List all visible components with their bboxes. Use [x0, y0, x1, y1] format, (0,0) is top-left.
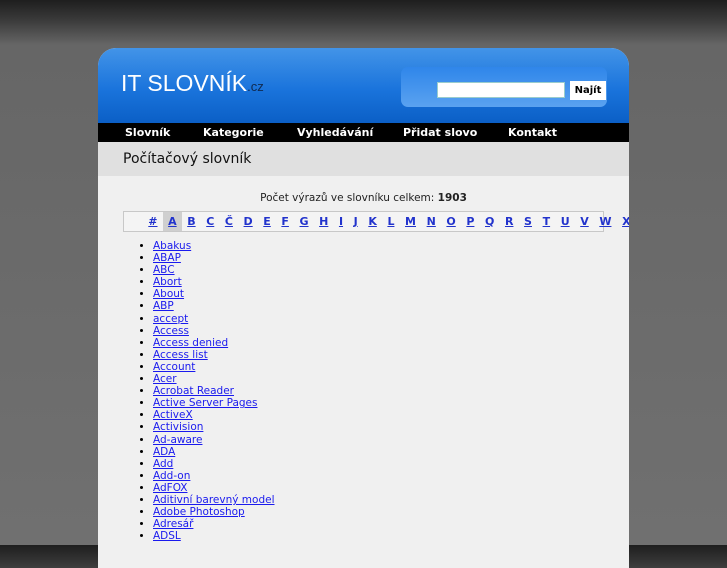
term-link[interactable]: Account: [153, 361, 195, 373]
list-item: ADA: [153, 446, 629, 458]
letter-link[interactable]: E: [258, 212, 276, 231]
term-link[interactable]: Access denied: [153, 337, 228, 349]
letter-link[interactable]: J: [348, 212, 363, 231]
nav-slovnik[interactable]: Slovník: [125, 126, 170, 139]
letter-link[interactable]: O: [441, 212, 461, 231]
letter-link[interactable]: H: [314, 212, 334, 231]
term-link[interactable]: Add-on: [153, 470, 190, 482]
term-link[interactable]: Access list: [153, 349, 208, 361]
list-item: Acrobat Reader: [153, 385, 629, 397]
term-link[interactable]: AdFOX: [153, 482, 188, 494]
letter-link[interactable]: A: [162, 212, 182, 231]
search-panel: Najít: [401, 67, 607, 107]
term-link[interactable]: Acrobat Reader: [153, 385, 234, 397]
list-item: accept: [153, 313, 629, 325]
logo-text: IT SLOVNÍK: [121, 70, 248, 96]
logo-suffix: .cz: [247, 79, 264, 94]
letter-link[interactable]: G: [294, 212, 314, 231]
list-item: Abakus: [153, 240, 629, 252]
letter-link[interactable]: W: [594, 212, 617, 231]
letter-link[interactable]: T: [537, 212, 555, 231]
term-link[interactable]: Aditivní barevný model: [153, 494, 275, 506]
list-item: Access list: [153, 349, 629, 361]
logo[interactable]: IT SLOVNÍK.cz: [121, 70, 264, 97]
term-link[interactable]: About: [153, 288, 184, 300]
letter-link[interactable]: F: [276, 212, 294, 231]
letter-link[interactable]: V: [575, 212, 594, 231]
letter-link[interactable]: D: [238, 212, 258, 231]
list-item: Activision: [153, 421, 629, 433]
list-item: ABC: [153, 264, 629, 276]
main-nav: Slovník Kategorie Vyhledávání Přidat slo…: [98, 123, 629, 142]
list-item: Adresář: [153, 518, 629, 530]
letter-link[interactable]: I: [334, 212, 349, 231]
list-item: ADSL: [153, 530, 629, 542]
letter-link[interactable]: C: [201, 212, 220, 231]
term-link[interactable]: Access: [153, 325, 189, 337]
list-item: Adobe Photoshop: [153, 506, 629, 518]
page-title: Počítačový slovník: [98, 142, 629, 176]
term-link[interactable]: ABAP: [153, 252, 181, 264]
nav-vyhledavani[interactable]: Vyhledávání: [297, 126, 373, 139]
list-item: Aditivní barevný model: [153, 494, 629, 506]
term-link[interactable]: Abort: [153, 276, 182, 288]
list-item: Account: [153, 361, 629, 373]
letter-link[interactable]: Č: [220, 212, 239, 231]
term-count: Počet výrazů ve slovníku celkem: 1903: [98, 192, 629, 204]
page-container: IT SLOVNÍK.cz Najít Slovník Kategorie Vy…: [98, 48, 629, 568]
term-link[interactable]: Adresář: [153, 518, 193, 530]
term-link[interactable]: Activision: [153, 421, 203, 433]
letter-link[interactable]: U: [555, 212, 575, 231]
term-link[interactable]: Adobe Photoshop: [153, 506, 245, 518]
letter-link[interactable]: M: [400, 212, 422, 231]
list-item: AdFOX: [153, 482, 629, 494]
term-link[interactable]: ABP: [153, 300, 174, 312]
nav-kategorie[interactable]: Kategorie: [203, 126, 264, 139]
count-value: 1903: [437, 192, 467, 204]
list-item: ABAP: [153, 252, 629, 264]
term-link[interactable]: Ad-aware: [153, 434, 202, 446]
count-label: Počet výrazů ve slovníku celkem:: [260, 192, 435, 204]
list-item: ABP: [153, 300, 629, 312]
list-item: Add: [153, 458, 629, 470]
letter-link[interactable]: #: [143, 212, 163, 231]
term-link[interactable]: ADA: [153, 446, 175, 458]
letter-link[interactable]: L: [382, 212, 400, 231]
term-link[interactable]: ABC: [153, 264, 175, 276]
nav-kontakt[interactable]: Kontakt: [508, 126, 557, 139]
search-input[interactable]: [437, 82, 565, 98]
letter-link[interactable]: R: [500, 212, 519, 231]
list-item: ActiveX: [153, 409, 629, 421]
list-item: Active Server Pages: [153, 397, 629, 409]
term-link[interactable]: Active Server Pages: [153, 397, 257, 409]
list-item: Access denied: [153, 337, 629, 349]
term-list: AbakusABAPABCAbortAboutABPacceptAccessAc…: [153, 240, 629, 542]
letter-link[interactable]: B: [182, 212, 201, 231]
term-link[interactable]: Acer: [153, 373, 177, 385]
term-link[interactable]: accept: [153, 313, 188, 325]
header: IT SLOVNÍK.cz Najít: [98, 48, 629, 123]
letter-link[interactable]: X: [617, 212, 629, 231]
list-item: Access: [153, 325, 629, 337]
letter-link[interactable]: Q: [480, 212, 500, 231]
term-link[interactable]: Abakus: [153, 240, 191, 252]
list-item: Add-on: [153, 470, 629, 482]
letter-link[interactable]: N: [421, 212, 441, 231]
term-link[interactable]: Add: [153, 458, 173, 470]
term-link[interactable]: ADSL: [153, 530, 181, 542]
letter-link[interactable]: K: [363, 212, 382, 231]
list-item: About: [153, 288, 629, 300]
alphabet-nav: #ABCČDEFGHIJKLMNOPQRSTUVWXYZ: [123, 211, 629, 232]
nav-pridat-slovo[interactable]: Přidat slovo: [403, 126, 477, 139]
term-link[interactable]: ActiveX: [153, 409, 193, 421]
list-item: Ad-aware: [153, 434, 629, 446]
list-item: Acer: [153, 373, 629, 385]
list-item: Abort: [153, 276, 629, 288]
letter-link[interactable]: P: [461, 212, 480, 231]
search-button[interactable]: Najít: [570, 81, 606, 100]
letter-link[interactable]: S: [519, 212, 538, 231]
